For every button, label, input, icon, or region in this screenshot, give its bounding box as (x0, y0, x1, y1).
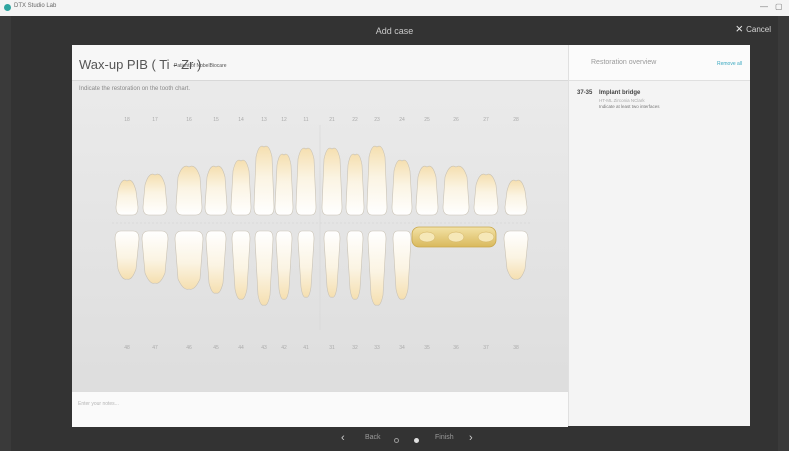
case-subtitle: Patient of NobelBiocare (174, 63, 227, 69)
tooth-18[interactable] (115, 179, 139, 216)
tooth-31[interactable] (323, 230, 341, 298)
tooth-number-42: 42 (281, 345, 287, 351)
tooth-41[interactable] (297, 230, 315, 298)
tooth-21[interactable] (321, 147, 343, 216)
tooth-chart[interactable] (72, 115, 568, 345)
step-indicator-2 (414, 438, 419, 443)
chevron-left-icon[interactable]: ‹ (341, 432, 345, 444)
entry-note: Indicate at least two interfaces (599, 104, 660, 109)
app-logo-icon (4, 4, 11, 11)
tooth-chart-area: Wax-up PIB ( Ti - Zr ) Patient of NobelB… (72, 45, 568, 427)
tooth-25[interactable] (415, 165, 439, 216)
entry-type: Implant bridge (599, 90, 641, 96)
back-button[interactable]: Back (365, 434, 381, 441)
tooth-46[interactable] (174, 230, 204, 290)
tooth-23[interactable] (366, 145, 388, 216)
bridge-unit-35 (418, 231, 436, 243)
dialog-title: Add case (375, 26, 414, 36)
window-titlebar: DTX Studio Lab — ▢ (0, 0, 789, 16)
tooth-43[interactable] (254, 230, 274, 306)
tooth-number-34: 34 (399, 345, 405, 351)
cancel-label: Cancel (746, 24, 771, 34)
tooth-44[interactable] (231, 230, 251, 300)
instruction-text: Indicate the restoration on the tooth ch… (79, 86, 191, 92)
tooth-number-32: 32 (352, 345, 358, 351)
step-indicator-1 (394, 438, 399, 443)
tooth-28[interactable] (504, 179, 528, 216)
tooth-13[interactable] (253, 145, 275, 216)
tooth-number-31: 31 (329, 345, 335, 351)
tooth-17[interactable] (142, 173, 168, 216)
tooth-24[interactable] (391, 159, 413, 216)
bridge-unit-37 (477, 231, 495, 243)
restoration-overview-panel: Restoration overview Remove all 37-35 Im… (568, 45, 750, 426)
tooth-14[interactable] (230, 159, 252, 216)
finish-button[interactable]: Finish (435, 434, 454, 441)
tooth-16[interactable] (175, 165, 203, 216)
tooth-number-44: 44 (238, 345, 244, 351)
tooth-38[interactable] (503, 230, 529, 280)
tooth-22[interactable] (345, 153, 365, 216)
tooth-15[interactable] (204, 165, 228, 216)
upper-arch (115, 145, 528, 216)
tooth-47[interactable] (141, 230, 169, 284)
implant-bridge-37-35[interactable] (411, 226, 497, 248)
tooth-11[interactable] (295, 147, 317, 216)
tooth-45[interactable] (205, 230, 227, 294)
tooth-42[interactable] (275, 230, 293, 300)
tooth-33[interactable] (367, 230, 387, 306)
minimize-button[interactable]: — (760, 2, 768, 11)
tooth-number-33: 33 (374, 345, 380, 351)
maximize-button[interactable]: ▢ (775, 2, 783, 11)
tooth-number-47: 47 (152, 345, 158, 351)
bridge-unit-36 (447, 231, 465, 243)
tooth-number-35: 35 (424, 345, 430, 351)
tooth-number-38: 38 (513, 345, 519, 351)
remove-all-button[interactable]: Remove all (717, 61, 742, 67)
cancel-button[interactable]: × Cancel (735, 21, 772, 36)
case-header: Wax-up PIB ( Ti - Zr ) Patient of NobelB… (72, 45, 568, 81)
tooth-27[interactable] (473, 173, 499, 216)
tooth-32[interactable] (346, 230, 364, 300)
notes-field[interactable]: Enter your notes... (72, 391, 568, 427)
app-name: DTX Studio Lab (14, 3, 57, 9)
entry-material: HT-ML Zirconia NClark (599, 98, 645, 103)
tooth-34[interactable] (392, 230, 412, 300)
tooth-number-41: 41 (303, 345, 309, 351)
overview-header: Restoration overview Remove all (569, 45, 750, 81)
tooth-48[interactable] (114, 230, 140, 280)
tooth-26[interactable] (442, 165, 470, 216)
tooth-number-48: 48 (124, 345, 130, 351)
tooth-number-45: 45 (213, 345, 219, 351)
tooth-number-37: 37 (483, 345, 489, 351)
chevron-right-icon[interactable]: › (469, 432, 473, 444)
tooth-number-43: 43 (261, 345, 267, 351)
case-panel: Wax-up PIB ( Ti - Zr ) Patient of NobelB… (72, 45, 750, 427)
tooth-number-46: 46 (186, 345, 192, 351)
overview-title: Restoration overview (591, 59, 657, 66)
close-icon: × (735, 21, 744, 36)
tooth-number-36: 36 (453, 345, 459, 351)
notes-placeholder: Enter your notes... (78, 401, 119, 407)
tooth-12[interactable] (274, 153, 294, 216)
wizard-footer: ‹ Back Finish › (0, 432, 789, 448)
entry-tooth-range: 37-35 (577, 90, 593, 96)
